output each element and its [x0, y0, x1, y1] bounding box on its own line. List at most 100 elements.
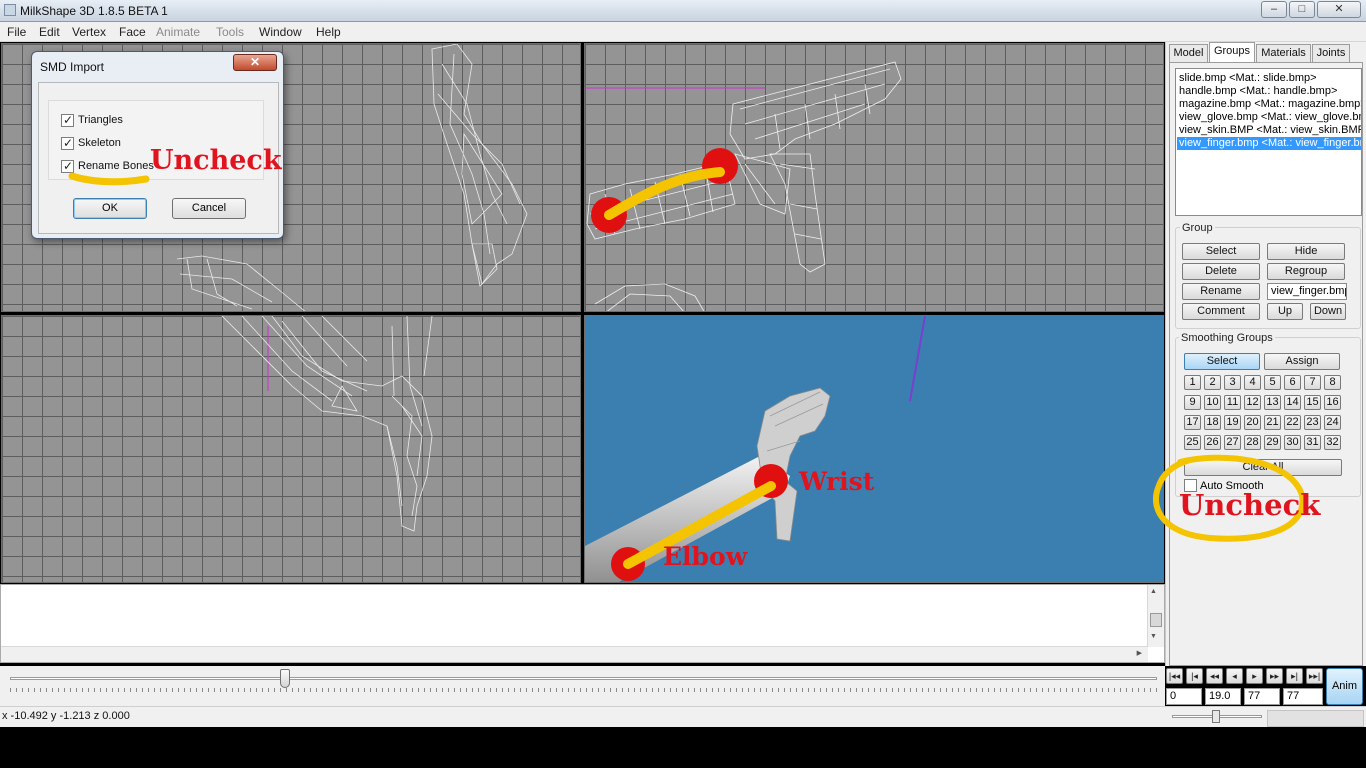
regroup-button[interactable]: Regroup [1267, 263, 1345, 280]
list-item-selected[interactable]: view_finger.bmp <Mat.: view_finger.bmp> [1177, 137, 1361, 150]
groups-list[interactable]: slide.bmp <Mat.: slide.bmp> handle.bmp <… [1175, 68, 1362, 216]
smoothing-group-16-button[interactable]: 16 [1324, 395, 1341, 410]
smoothing-group-32-button[interactable]: 32 [1324, 435, 1341, 450]
smoothing-group-21-button[interactable]: 21 [1264, 415, 1281, 430]
smoothing-group-19-button[interactable]: 19 [1224, 415, 1241, 430]
smoothing-group-23-button[interactable]: 23 [1304, 415, 1321, 430]
smoothing-group-18-button[interactable]: 18 [1204, 415, 1221, 430]
delete-button[interactable]: Delete [1182, 263, 1260, 280]
wireframe-model-top [585, 61, 902, 311]
next-frame-button[interactable]: ▸ [1246, 668, 1263, 684]
menu-animate[interactable]: Animate [156, 25, 200, 39]
timeline-track[interactable] [10, 677, 1157, 680]
list-item[interactable]: view_glove.bmp <Mat.: view_glove.bmp> [1179, 111, 1361, 124]
menu-bar: File Edit Vertex Face Animate Tools Wind… [0, 22, 1366, 42]
list-item[interactable]: magazine.bmp <Mat.: magazine.bmp> [1179, 98, 1361, 111]
console-horizontal-scrollbar[interactable]: ▶ [1, 646, 1148, 662]
cancel-button[interactable]: Cancel [172, 198, 246, 219]
menu-file[interactable]: File [7, 25, 26, 39]
first-frame-button[interactable]: |◂◂ [1166, 668, 1183, 684]
smoothing-group-24-button[interactable]: 24 [1324, 415, 1341, 430]
smoothing-group-31-button[interactable]: 31 [1304, 435, 1321, 450]
smoothing-group-13-button[interactable]: 13 [1264, 395, 1281, 410]
hide-button[interactable]: Hide [1267, 243, 1345, 260]
smoothing-group-12-button[interactable]: 12 [1244, 395, 1261, 410]
smoothing-group-5-button[interactable]: 5 [1264, 375, 1281, 390]
tab-model[interactable]: Model [1169, 44, 1208, 63]
total-frames-field[interactable]: 77 [1283, 688, 1323, 705]
last-frame-button[interactable]: ▸▸| [1306, 668, 1323, 684]
smoothing-group-22-button[interactable]: 22 [1284, 415, 1301, 430]
menu-tools[interactable]: Tools [216, 25, 244, 39]
maximize-button[interactable]: □ [1289, 1, 1315, 18]
skeleton-checkbox[interactable] [61, 136, 74, 150]
triangles-checkbox[interactable] [61, 113, 74, 127]
window-close-button[interactable]: ✕ [1317, 1, 1361, 18]
smoothing-group-29-button[interactable]: 29 [1264, 435, 1281, 450]
frame-end-field[interactable]: 77 [1244, 688, 1280, 705]
comment-button[interactable]: Comment [1182, 303, 1260, 320]
menu-vertex[interactable]: Vertex [72, 25, 106, 39]
ok-button[interactable]: OK [73, 198, 147, 219]
smoothing-group-9-button[interactable]: 9 [1184, 395, 1201, 410]
dialog-close-button[interactable]: ✕ [233, 54, 277, 71]
minimize-button[interactable]: – [1261, 1, 1287, 18]
smoothing-group-27-button[interactable]: 27 [1224, 435, 1241, 450]
tab-joints[interactable]: Joints [1312, 44, 1350, 63]
next-key-button[interactable]: ▸| [1286, 668, 1303, 684]
scroll-up-icon[interactable]: ▲ [1150, 588, 1157, 595]
smoothing-group-1-button[interactable]: 1 [1184, 375, 1201, 390]
output-console[interactable]: ▲ ▼ ▶ [0, 584, 1165, 663]
smoothing-select-button[interactable]: Select [1184, 353, 1260, 370]
viewport-top[interactable] [584, 43, 1164, 312]
smoothing-group-8-button[interactable]: 8 [1324, 375, 1341, 390]
smoothing-group-7-button[interactable]: 7 [1304, 375, 1321, 390]
move-up-button[interactable]: Up [1267, 303, 1303, 320]
scroll-thumb[interactable] [1150, 613, 1162, 627]
smoothing-group-20-button[interactable]: 20 [1244, 415, 1261, 430]
smoothing-group-6-button[interactable]: 6 [1284, 375, 1301, 390]
viewport-side[interactable] [1, 315, 581, 583]
smoothing-group-25-button[interactable]: 25 [1184, 435, 1201, 450]
menu-window[interactable]: Window [259, 25, 302, 39]
rewind-button[interactable]: ◂◂ [1206, 668, 1223, 684]
anim-toggle-button[interactable]: Anim [1326, 668, 1363, 705]
smoothing-group-14-button[interactable]: 14 [1284, 395, 1301, 410]
smoothing-group-11-button[interactable]: 11 [1224, 395, 1241, 410]
list-item[interactable]: view_skin.BMP <Mat.: view_skin.BMP> [1179, 124, 1361, 137]
highlight-underline [68, 172, 150, 186]
console-vertical-scrollbar[interactable]: ▲ ▼ [1147, 585, 1164, 647]
list-item[interactable]: slide.bmp <Mat.: slide.bmp> [1179, 72, 1317, 85]
smoothing-assign-button[interactable]: Assign [1264, 353, 1340, 370]
scroll-right-icon[interactable]: ▶ [1137, 649, 1142, 657]
smoothing-group-4-button[interactable]: 4 [1244, 375, 1261, 390]
move-down-button[interactable]: Down [1310, 303, 1346, 320]
smoothing-group-15-button[interactable]: 15 [1304, 395, 1321, 410]
smoothing-group-26-button[interactable]: 26 [1204, 435, 1221, 450]
zoom-slider-thumb[interactable] [1212, 710, 1220, 723]
frame-start-field[interactable]: 0 [1166, 688, 1202, 705]
timeline-thumb[interactable] [280, 669, 291, 688]
smoothing-group-3-button[interactable]: 3 [1224, 375, 1241, 390]
menu-edit[interactable]: Edit [39, 25, 60, 39]
scroll-down-icon[interactable]: ▼ [1150, 633, 1157, 640]
cursor-coordinates: x -10.492 y -1.213 z 0.000 [2, 710, 130, 722]
prev-key-button[interactable]: |◂ [1186, 668, 1203, 684]
rename-button[interactable]: Rename [1182, 283, 1260, 300]
group-name-field[interactable]: view_finger.bmp [1267, 283, 1347, 300]
screen-bottom-border [0, 727, 1366, 768]
smoothing-group-10-button[interactable]: 10 [1204, 395, 1221, 410]
menu-face[interactable]: Face [119, 25, 146, 39]
tab-groups[interactable]: Groups [1209, 42, 1255, 64]
smoothing-group-2-button[interactable]: 2 [1204, 375, 1221, 390]
current-frame-field[interactable]: 19.0 [1205, 688, 1241, 705]
smoothing-group-17-button[interactable]: 17 [1184, 415, 1201, 430]
smoothing-group-30-button[interactable]: 30 [1284, 435, 1301, 450]
fast-forward-button[interactable]: ▸▸ [1266, 668, 1283, 684]
tab-materials[interactable]: Materials [1256, 44, 1311, 63]
list-item[interactable]: handle.bmp <Mat.: handle.bmp> [1179, 85, 1337, 98]
prev-frame-button[interactable]: ◂ [1226, 668, 1243, 684]
smoothing-group-28-button[interactable]: 28 [1244, 435, 1261, 450]
group-select-button[interactable]: Select [1182, 243, 1260, 260]
menu-help[interactable]: Help [316, 25, 341, 39]
